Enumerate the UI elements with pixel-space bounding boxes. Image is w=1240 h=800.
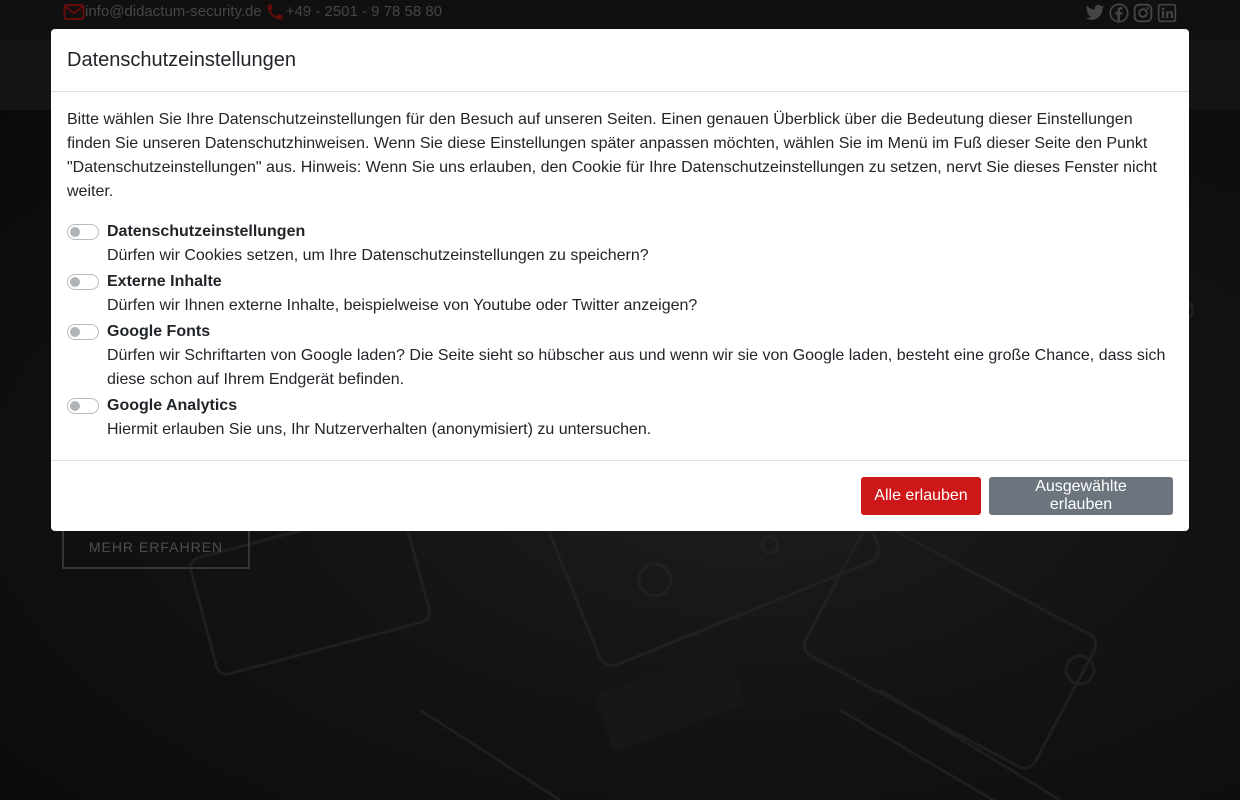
toggle-knob [70,227,80,237]
toggle-knob [70,327,80,337]
allow-selected-button[interactable]: Ausgewählte erlauben [989,477,1173,515]
privacy-settings-toggle[interactable] [67,224,99,240]
google-analytics-toggle[interactable] [67,398,99,414]
option-external-content: Externe Inhalte Dürfen wir Ihnen externe… [67,270,1173,318]
privacy-options: Datenschutzeinstellungen Dürfen wir Cook… [67,220,1173,442]
toggle-knob [70,277,80,287]
option-description: Dürfen wir Ihnen externe Inhalte, beispi… [107,297,698,314]
modal-body: Bitte wählen Sie Ihre Datenschutzeinstel… [51,92,1189,442]
option-label: Datenschutzeinstellungen [107,223,306,240]
option-google-fonts: Google Fonts Dürfen wir Schriftarten von… [67,320,1173,392]
option-label: Google Analytics [107,397,238,414]
privacy-settings-modal: Datenschutzeinstellungen Bitte wählen Si… [51,29,1189,531]
modal-title: Datenschutzeinstellungen [67,48,297,71]
option-description: Dürfen wir Schriftarten von Google laden… [107,347,1166,388]
allow-all-button[interactable]: Alle erlauben [861,477,981,515]
google-fonts-toggle[interactable] [67,324,99,340]
option-description: Hiermit erlauben Sie uns, Ihr Nutzerverh… [107,421,652,438]
modal-header: Datenschutzeinstellungen [51,29,1189,92]
option-label: Google Fonts [107,323,211,340]
toggle-knob [70,401,80,411]
option-description: Dürfen wir Cookies setzen, um Ihre Daten… [107,247,649,264]
option-google-analytics: Google Analytics Hiermit erlauben Sie un… [67,394,1173,442]
privacy-intro-text: Bitte wählen Sie Ihre Datenschutzeinstel… [67,111,1157,200]
option-privacy-settings: Datenschutzeinstellungen Dürfen wir Cook… [67,220,1173,268]
option-label: Externe Inhalte [107,273,222,290]
external-content-toggle[interactable] [67,274,99,290]
modal-footer: Alle erlauben Ausgewählte erlauben [51,460,1189,531]
